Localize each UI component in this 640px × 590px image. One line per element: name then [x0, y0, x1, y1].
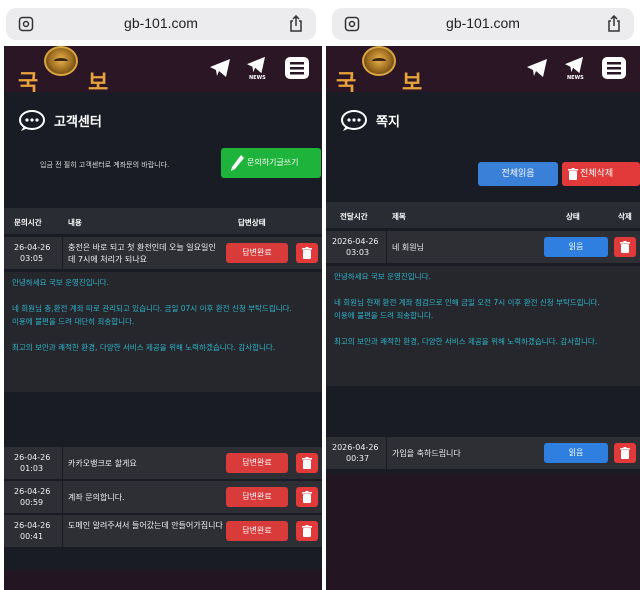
message-line: 안녕하세요 국보 운영진입니다. [334, 272, 431, 281]
answer-panel: 안녕하세요 국보 운영진입니다. 네 회원님 충,환전 계좌 따로 관리되고 있… [4, 272, 322, 392]
write-inquiry-button[interactable]: 문의하기글쓰기 [221, 148, 321, 178]
table-row[interactable]: 26-04-26 00:41 도메인 알려주셔서 들어갔는데 안들어가집니다 답변… [4, 515, 322, 548]
message-line: 네 회원님 현재 환전 계좌 점검으로 인해 금일 오전 7시 이후 환전 신청… [334, 298, 600, 307]
support-center-content: 고객센터 입금 전 필히 고객센터로 계좌문의 바랍니다. 문의하기글쓰기 문의… [4, 92, 322, 570]
inquiry-table-header: 문의시간 내용 답변상태 [4, 208, 322, 234]
share-icon[interactable] [606, 14, 622, 33]
read-all-button[interactable]: 전체읽음 [478, 162, 558, 186]
address-bar[interactable]: gb-101.com [332, 8, 634, 40]
message-table-header: 전달시간 제목 상태 삭제 [326, 202, 640, 228]
trash-icon[interactable] [614, 237, 636, 257]
deposit-notice: 입금 전 필히 고객센터로 계좌문의 바랍니다. [40, 161, 170, 169]
header-content: 내용 [68, 218, 82, 227]
row-subject[interactable]: 가입을 축하드립니다 [392, 448, 547, 460]
message-body: 안녕하세요 국보 운영진입니다. 네 회원님 현재 환전 계좌 점검으로 인해 … [326, 266, 640, 386]
url-text[interactable]: gb-101.com [6, 15, 316, 31]
share-icon[interactable] [288, 14, 304, 33]
table-row[interactable]: 2026-04-26 03:03 네 회원님 읽음 [326, 231, 640, 264]
answer-complete-button[interactable]: 답변완료 [226, 521, 288, 541]
header-subject: 제목 [392, 212, 406, 221]
row-date: 2026-04-26 03:03 [332, 237, 379, 257]
right-screen: gb-101.com 국 보 NEWS 쪽지 전체읽음 전체삭제 전달시간 제목… [326, 0, 640, 590]
delete-all-button[interactable]: 전체삭제 [562, 162, 640, 186]
top-navigation: 국 보 NEWS [326, 46, 640, 96]
left-screen: gb-101.com 국 보 NEWS 고객센터 입금 전 필히 고객센터로 계… [0, 0, 322, 590]
row-date: 26-04-26 00:41 [14, 521, 51, 541]
trash-icon[interactable] [296, 487, 318, 507]
trash-icon[interactable] [614, 443, 636, 463]
telegram-icon[interactable] [526, 58, 548, 82]
row-subject[interactable]: 도메인 알려주셔서 들어갔는데 안들어가집니다 [68, 520, 223, 532]
table-row[interactable]: 26-04-26 01:03 카카오뱅크로 할게요 답변완료 [4, 447, 322, 480]
page: 국 보 NEWS 고객센터 입금 전 필히 고객센터로 계좌문의 바랍니다. 문… [4, 46, 322, 590]
answer-line: 최고의 보안과 쾌적한 환경, 다양한 서비스 제공을 위해 노력하겠습니다. … [12, 343, 276, 352]
answer-complete-button[interactable]: 답변완료 [226, 487, 288, 507]
trash-icon[interactable] [296, 521, 318, 541]
message-line: 이용에 불편을 드려 죄송합니다. [334, 311, 434, 320]
chat-bubble-icon [340, 110, 368, 132]
header-delete: 삭제 [618, 212, 632, 221]
menu-icon[interactable] [285, 57, 309, 83]
row-date: 26-04-26 01:03 [14, 453, 51, 473]
table-row[interactable]: 2026-04-26 00:37 가입을 축하드립니다 읽음 [326, 437, 640, 470]
answer-line: 네 회원님 충,환전 계좌 따로 관리되고 있습니다. 금일 07시 이후 환전… [12, 304, 292, 313]
top-navigation: 국 보 NEWS [4, 46, 322, 96]
news-label: NEWS [249, 75, 266, 81]
row-date: 26-04-26 03:05 [14, 243, 51, 263]
page: 국 보 NEWS 쪽지 전체읽음 전체삭제 전달시간 제목 상태 삭제 2026… [326, 46, 640, 590]
tiger-logo-icon[interactable] [44, 46, 78, 76]
answer-line: 이용에 불편을 드려 대단히 죄송합니다. [12, 317, 135, 326]
menu-icon[interactable] [602, 57, 626, 83]
address-bar[interactable]: gb-101.com [6, 8, 316, 40]
chat-bubble-icon [18, 110, 46, 132]
row-subject[interactable]: 카카오뱅크로 할게요 [68, 458, 223, 470]
page-title: 고객센터 [54, 115, 102, 130]
row-date: 26-04-26 00:59 [14, 487, 51, 507]
telegram-icon[interactable] [209, 58, 231, 82]
trash-icon[interactable] [296, 243, 318, 263]
answer-line: 안녕하세요 국보 운영진입니다. [12, 278, 109, 287]
pencil-icon [231, 154, 245, 185]
header-status: 답변상태 [238, 218, 266, 227]
read-status-button[interactable]: 읽음 [544, 237, 608, 257]
messages-content: 쪽지 전체읽음 전체삭제 전달시간 제목 상태 삭제 2026-04-26 03:… [326, 92, 640, 474]
header-status: 상태 [566, 212, 580, 221]
table-row[interactable]: 26-04-26 03:05 충전은 바로 되고 첫 환전인데 오늘 일요일인데 … [4, 237, 322, 270]
tiger-logo-icon[interactable] [362, 46, 396, 76]
row-subject[interactable]: 계좌 문의합니다. [68, 492, 223, 504]
delete-all-label: 전체삭제 [580, 169, 614, 179]
answer-complete-button[interactable]: 답변완료 [226, 453, 288, 473]
answer-complete-button[interactable]: 답변완료 [226, 243, 288, 263]
url-text[interactable]: gb-101.com [332, 15, 634, 31]
row-subject[interactable]: 충전은 바로 되고 첫 환전인데 오늘 일요일인데 7시에 처리가 되나요 [68, 242, 223, 266]
news-label: NEWS [567, 75, 584, 81]
write-inquiry-label: 문의하기글쓰기 [247, 158, 299, 167]
row-subject[interactable]: 네 회원님 [392, 242, 547, 254]
trash-icon[interactable] [296, 453, 318, 473]
read-status-button[interactable]: 읽음 [544, 443, 608, 463]
trash-icon [568, 168, 578, 180]
page-title: 쪽지 [376, 115, 400, 130]
row-date: 2026-04-26 00:37 [332, 443, 379, 463]
header-date: 문의시간 [14, 218, 42, 227]
header-date: 전달시간 [340, 212, 368, 221]
table-row[interactable]: 26-04-26 00:59 계좌 문의합니다. 답변완료 [4, 481, 322, 514]
message-line: 최고의 보안과 쾌적한 환경, 다양한 서비스 제공을 위해 노력하겠습니다. … [334, 337, 598, 346]
